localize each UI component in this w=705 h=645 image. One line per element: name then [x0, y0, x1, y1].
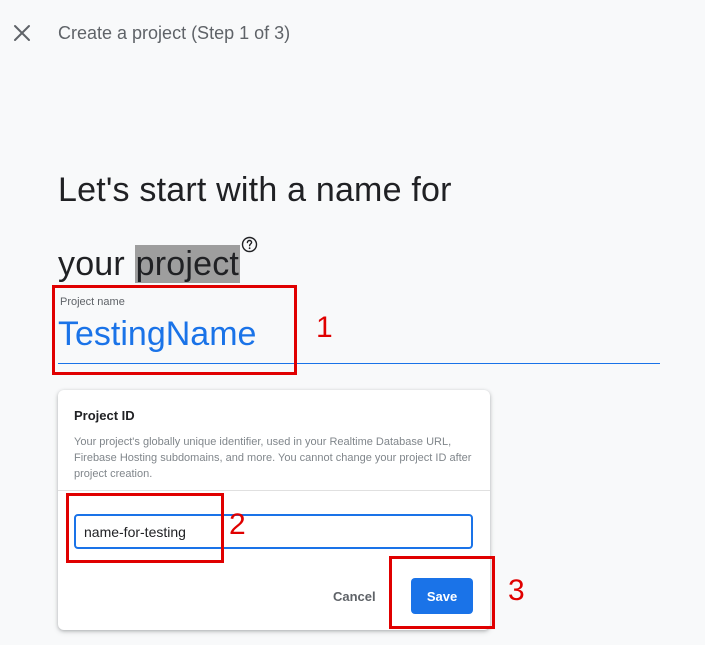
- step-title: Create a project (Step 1 of 3): [58, 23, 291, 43]
- top-bar: Create a project (Step 1 of 3): [0, 0, 705, 68]
- annotation-box-1: [52, 285, 297, 375]
- annotation-number-2: 2: [229, 508, 246, 541]
- annotation-box-2: [66, 493, 224, 563]
- page-heading: Let's start with a name for your project: [58, 164, 518, 290]
- heading-line2-prefix: your: [58, 245, 135, 283]
- project-id-description: Your project's globally unique identifie…: [74, 436, 472, 480]
- close-icon: [14, 25, 30, 41]
- card-divider: [58, 490, 490, 491]
- heading-highlight: project: [134, 245, 241, 283]
- cancel-button[interactable]: Cancel: [333, 585, 376, 607]
- heading-line1: Let's start with a name for: [58, 171, 452, 209]
- project-id-title: Project ID: [74, 408, 135, 423]
- annotation-number-3: 3: [508, 574, 525, 607]
- close-button[interactable]: [11, 22, 33, 44]
- annotation-box-3: [389, 556, 495, 629]
- help-circle-icon[interactable]: [241, 216, 258, 253]
- annotation-number-1: 1: [316, 311, 333, 344]
